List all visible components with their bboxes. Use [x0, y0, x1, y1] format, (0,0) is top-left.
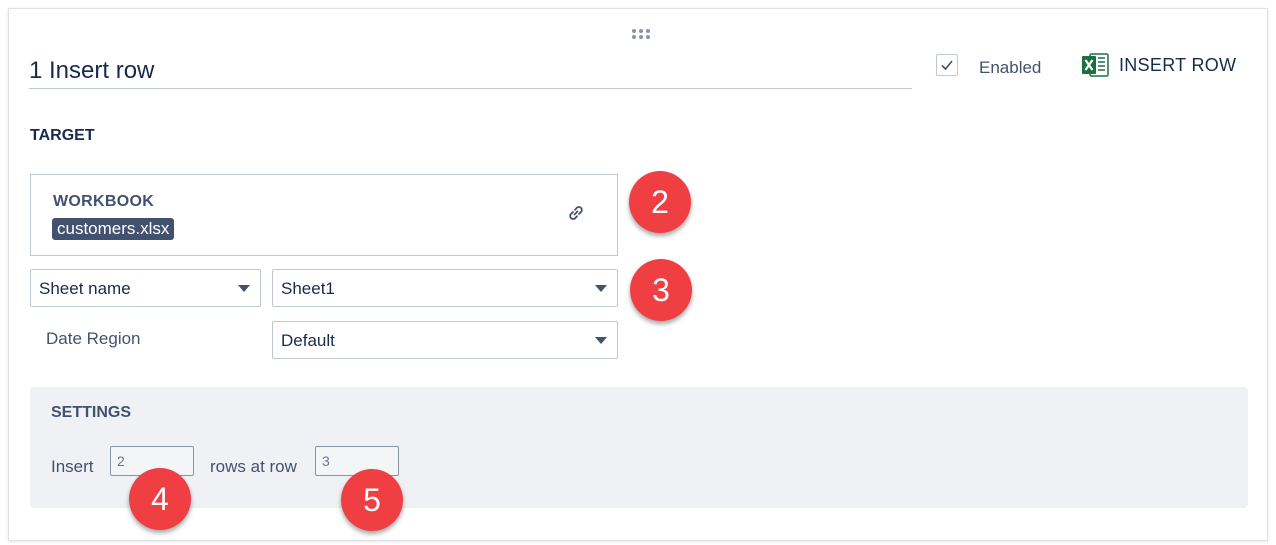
- enabled-checkbox[interactable]: [936, 54, 958, 76]
- target-section-title: TARGET: [30, 127, 95, 144]
- enabled-label: Enabled: [979, 58, 1042, 77]
- sheet-value: Sheet1: [281, 279, 335, 298]
- workbook-label: WORKBOOK: [53, 193, 155, 210]
- annotation-marker-2: 2: [629, 171, 691, 233]
- date-region-select[interactable]: Default: [272, 321, 618, 359]
- annotation-marker-5: 5: [341, 469, 403, 531]
- sheet-selector-type-select[interactable]: Sheet name: [30, 269, 261, 307]
- chevron-down-icon: [238, 285, 250, 292]
- workbook-file-pill[interactable]: customers.xlsx: [52, 218, 175, 240]
- chevron-down-icon: [595, 337, 607, 344]
- annotation-marker-3: 3: [630, 259, 692, 321]
- rows-at-label: rows at row: [210, 457, 297, 476]
- annotation-marker-4: 4: [129, 468, 191, 530]
- link-icon[interactable]: [564, 201, 588, 225]
- step-title-input[interactable]: [29, 53, 912, 89]
- excel-icon: [1082, 53, 1109, 77]
- chevron-down-icon: [595, 285, 607, 292]
- sheet-selector-type-value: Sheet name: [39, 279, 131, 298]
- sheet-value-select[interactable]: Sheet1: [272, 269, 618, 307]
- action-type-badge: INSERT ROW: [1081, 52, 1236, 78]
- check-icon: [941, 60, 953, 71]
- insert-label: Insert: [51, 457, 94, 476]
- action-type-label: INSERT ROW: [1119, 54, 1237, 75]
- settings-section-title: SETTINGS: [51, 404, 132, 421]
- date-region-label: Date Region: [46, 329, 141, 348]
- workbook-field[interactable]: WORKBOOK customers.xlsx: [30, 174, 618, 256]
- drag-dots-icon[interactable]: [631, 28, 651, 40]
- settings-panel: SETTINGS Insert rows at row: [30, 387, 1248, 508]
- date-region-value: Default: [281, 331, 335, 350]
